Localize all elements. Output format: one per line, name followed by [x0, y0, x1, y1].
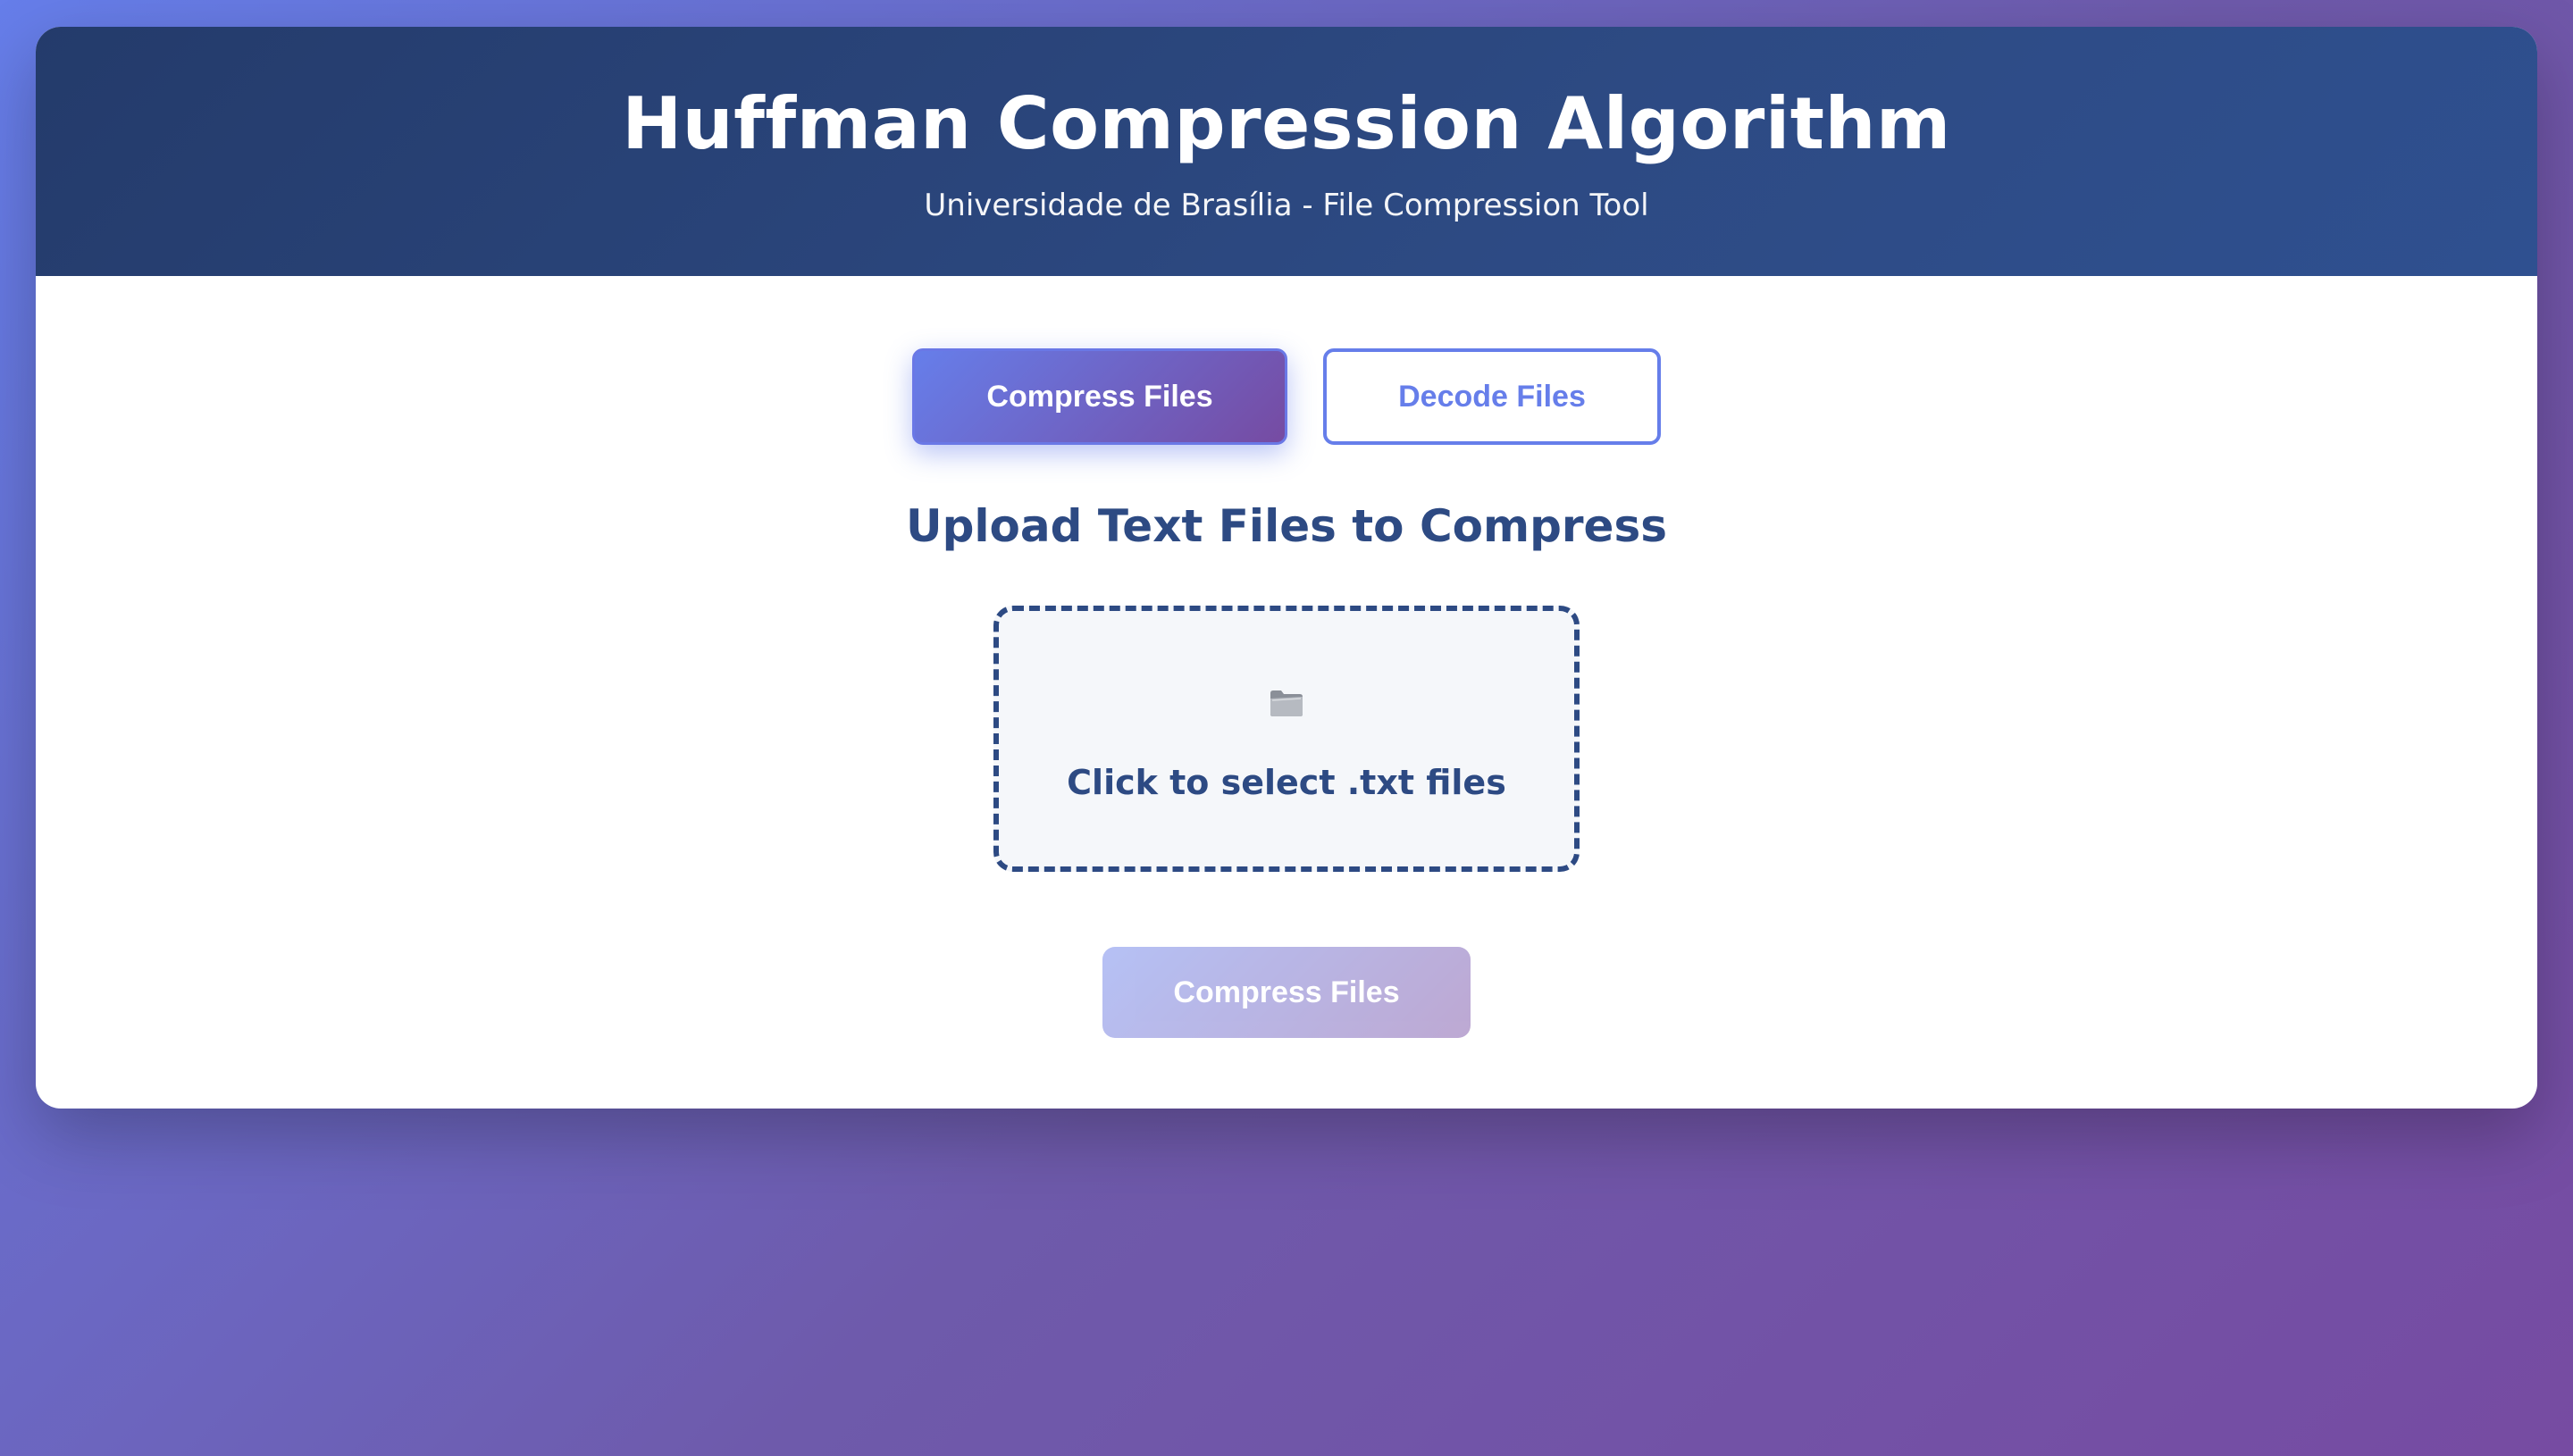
tab-compress-files[interactable]: Compress Files [912, 348, 1287, 445]
main-card: Huffman Compression Algorithm Universida… [36, 27, 2537, 1109]
section-title: Upload Text Files to Compress [906, 500, 1667, 552]
file-upload-dropzone[interactable]: Click to select .txt files [993, 606, 1580, 872]
mode-tabs: Compress Files Decode Files [36, 348, 2537, 445]
page-title: Huffman Compression Algorithm [622, 82, 1951, 165]
page-header: Huffman Compression Algorithm Universida… [36, 27, 2537, 276]
upload-prompt: Click to select .txt files [1067, 763, 1506, 802]
tab-decode-files[interactable]: Decode Files [1323, 348, 1661, 445]
folder-icon [1270, 690, 1303, 716]
page-subtitle: Universidade de Brasília - File Compress… [924, 188, 1649, 223]
compress-submit-button[interactable]: Compress Files [1102, 947, 1471, 1038]
